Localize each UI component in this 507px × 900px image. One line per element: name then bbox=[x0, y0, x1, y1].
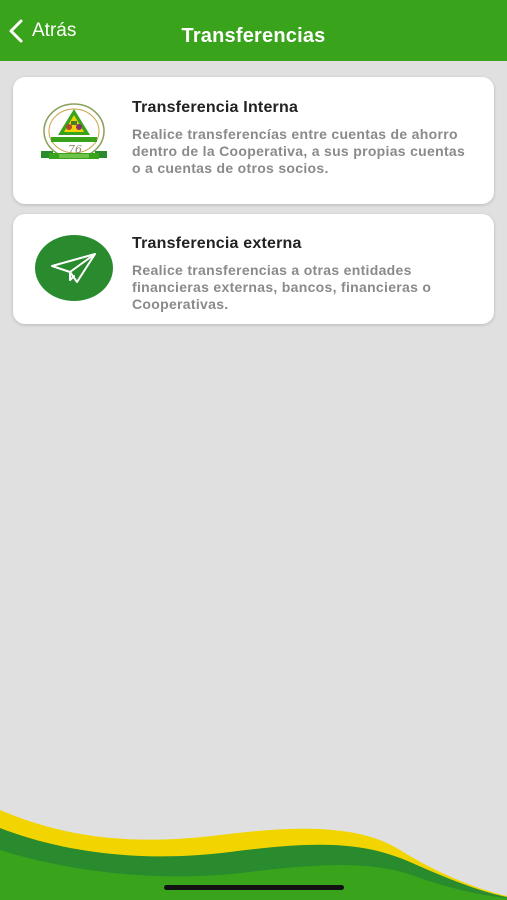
cooperative-logo-icon: 76 bbox=[35, 101, 113, 165]
page-title: Transferencias bbox=[181, 25, 326, 47]
paper-plane-icon bbox=[35, 235, 113, 301]
card-description: Realice transferencias a otras entidades… bbox=[132, 262, 432, 312]
card-title: Transferencia Interna bbox=[132, 99, 299, 116]
home-indicator bbox=[164, 885, 344, 890]
card-title: Transferencia externa bbox=[132, 235, 302, 252]
external-transfer-card[interactable]: Transferencia externa Realice transferen… bbox=[13, 214, 494, 324]
app-header: Atrás Transferencias bbox=[0, 0, 507, 61]
internal-transfer-card[interactable]: 76 Transferencia Interna Realice transfe… bbox=[13, 77, 494, 204]
card-description: Realice transferencías entre cuentas de … bbox=[132, 126, 466, 176]
